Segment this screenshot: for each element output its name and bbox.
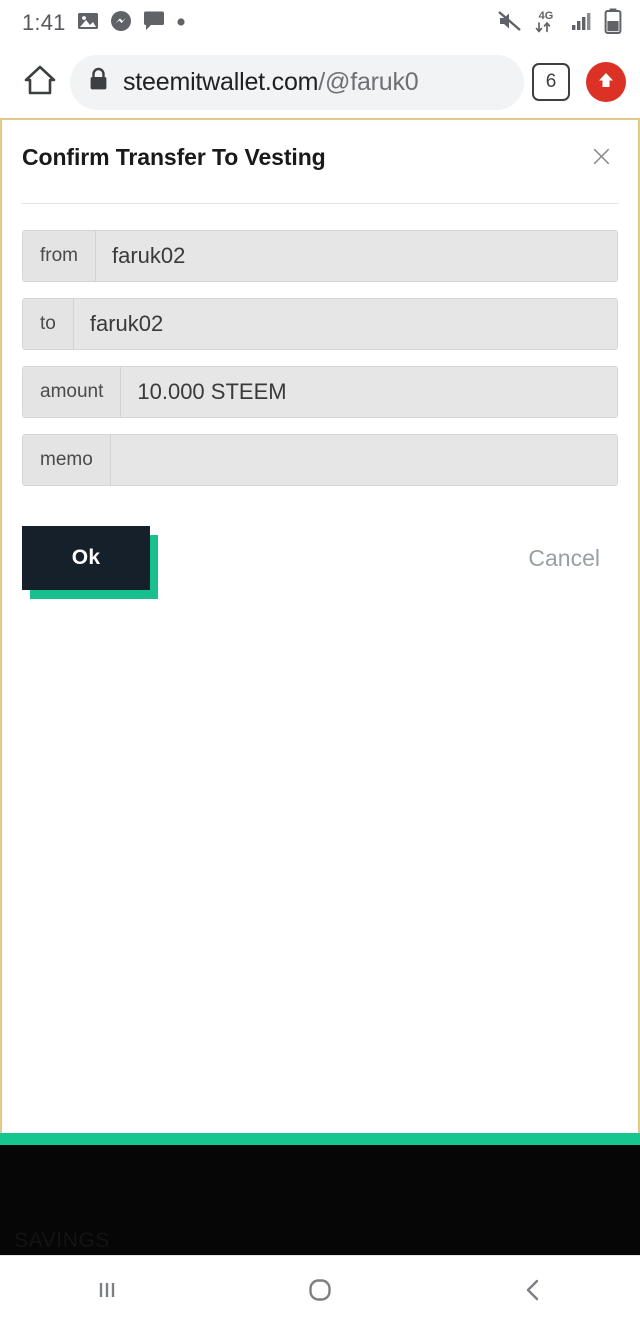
home-circle-icon [304, 1274, 336, 1311]
gallery-icon [77, 10, 99, 37]
accent-bar [0, 1133, 640, 1145]
close-icon[interactable]: × [585, 142, 618, 172]
mobile-data-4g-icon: 4G [532, 8, 562, 39]
cancel-button[interactable]: Cancel [522, 544, 606, 573]
recents-button[interactable] [47, 1256, 167, 1329]
back-chevron-icon [518, 1275, 548, 1310]
status-bar: 1:41 4G [0, 0, 640, 46]
confirm-transfer-modal: Confirm Transfer To Vesting × from faruk… [2, 120, 638, 599]
savings-heading: SAVINGS [14, 1229, 111, 1252]
browser-toolbar: steemitwallet.com/@faruk0 6 [0, 46, 640, 118]
modal-actions: Ok Cancel [22, 526, 618, 599]
field-value-amount: 10.000 STEEM [121, 367, 617, 417]
field-label-amount: amount [23, 367, 122, 417]
lock-icon [88, 67, 109, 97]
svg-text:4G: 4G [539, 10, 554, 22]
home-button[interactable] [260, 1256, 380, 1329]
browser-home-button[interactable] [14, 56, 66, 108]
upload-arrow-icon [595, 69, 617, 96]
chat-bubble-icon [143, 10, 165, 36]
field-row-from[interactable]: from faruk02 [22, 230, 618, 282]
android-navigation-bar [0, 1255, 640, 1329]
dot-indicator-icon [176, 14, 186, 32]
home-icon [23, 63, 57, 102]
page-viewport: Confirm Transfer To Vesting × from faruk… [0, 118, 640, 1133]
modal-title: Confirm Transfer To Vesting [22, 144, 326, 170]
field-label-memo: memo [23, 435, 111, 485]
back-button[interactable] [473, 1256, 593, 1329]
url-bar[interactable]: steemitwallet.com/@faruk0 [70, 54, 524, 110]
field-value-to: faruk02 [73, 299, 617, 349]
url-host: steemitwallet.com [123, 67, 319, 96]
ok-button-wrapper: Ok [22, 526, 158, 599]
transfer-fields: from faruk02 to faruk02 amount 10.000 ST… [22, 204, 618, 486]
url-path: /@faruk0 [318, 67, 419, 96]
field-value-from: faruk02 [96, 231, 617, 281]
status-bar-left: 1:41 [22, 10, 497, 37]
background-page-dark-area: SAVINGS [0, 1145, 640, 1255]
upload-button[interactable] [586, 62, 626, 102]
field-label-to: to [23, 299, 74, 349]
field-row-memo[interactable]: memo [22, 434, 618, 486]
url-text: steemitwallet.com/@faruk0 [123, 68, 419, 97]
ok-button[interactable]: Ok [22, 526, 150, 590]
status-bar-clock: 1:41 [22, 10, 66, 35]
field-row-amount[interactable]: amount 10.000 STEEM [22, 366, 618, 418]
field-label-from: from [23, 231, 96, 281]
battery-icon [604, 8, 622, 39]
tab-switcher-button[interactable]: 6 [532, 63, 570, 101]
field-row-to[interactable]: to faruk02 [22, 298, 618, 350]
modal-header: Confirm Transfer To Vesting × [22, 120, 618, 172]
messenger-icon [110, 10, 132, 37]
field-value-memo [110, 435, 617, 485]
recents-icon [92, 1275, 122, 1310]
signal-bars-icon [571, 10, 595, 37]
status-bar-right: 4G [497, 8, 622, 39]
volume-muted-icon [497, 9, 523, 38]
